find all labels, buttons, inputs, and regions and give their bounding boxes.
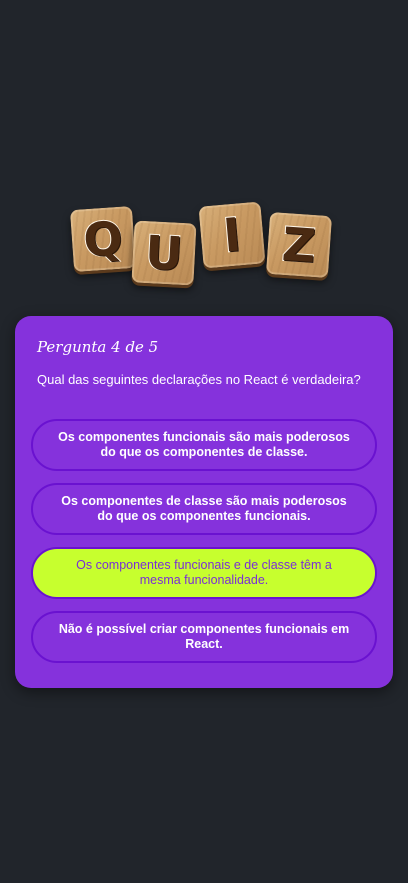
logo-letter: I [220, 206, 244, 263]
answer-option-2[interactable]: Os componentes de classe são mais podero… [31, 483, 377, 535]
logo-letter: Z [279, 216, 318, 274]
logo-letter: Q [81, 210, 126, 269]
quiz-logo: Q U I Z [0, 200, 408, 292]
answer-option-1[interactable]: Os componentes funcionais são mais poder… [31, 419, 377, 471]
logo-tile-z: Z [265, 211, 333, 279]
answer-list: Os componentes funcionais são mais poder… [31, 419, 377, 675]
logo-tile-i: I [198, 201, 266, 269]
answer-label: Não é possível criar componentes funcion… [58, 622, 350, 651]
answer-label: Os componentes funcionais e de classe tê… [76, 558, 332, 587]
question-card: Pergunta 4 de 5 Qual das seguintes decla… [15, 316, 393, 688]
question-counter: Pergunta 4 de 5 [37, 338, 159, 356]
answer-label: Os componentes de classe são mais podero… [61, 494, 347, 523]
answer-option-4[interactable]: Não é possível criar componentes funcion… [31, 611, 377, 663]
question-text: Qual das seguintes declarações no React … [37, 372, 361, 387]
answer-option-3[interactable]: Os componentes funcionais e de classe tê… [31, 547, 377, 599]
logo-tile-q: Q [69, 205, 137, 273]
answer-label: Os componentes funcionais são mais poder… [58, 430, 350, 459]
logo-tile-u: U [131, 220, 197, 286]
quiz-screen: Q U I Z Pergunta 4 de 5 Qual das seguint… [0, 0, 408, 883]
logo-letter: U [143, 224, 185, 282]
